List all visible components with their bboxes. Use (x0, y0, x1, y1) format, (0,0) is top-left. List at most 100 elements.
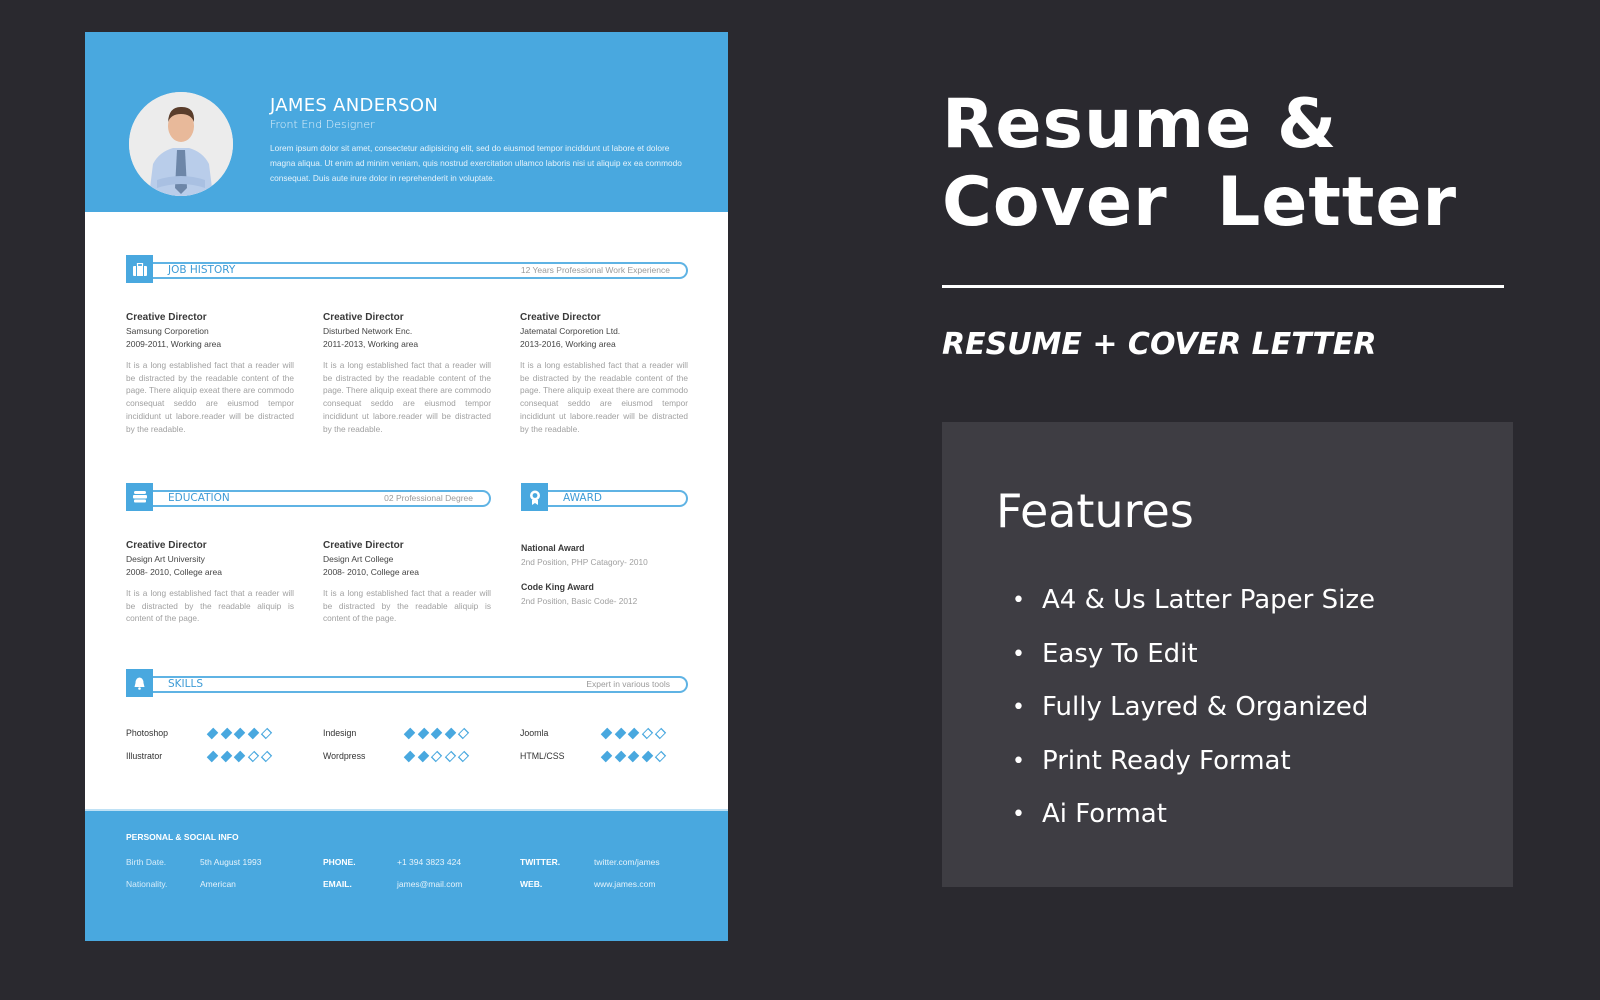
diamond-filled-icon (641, 750, 653, 762)
diamond-filled-icon (220, 750, 232, 762)
job-company: Jatematal Corporetion Ltd. (520, 326, 621, 336)
feature-item: Ai Format (1012, 788, 1375, 842)
job-company: Disturbed Network Enc. (323, 326, 413, 336)
skill-rating (600, 750, 667, 762)
diamond-filled-icon (614, 727, 626, 739)
job-title: Creative Director (323, 312, 404, 323)
skill-rating (206, 727, 273, 739)
job-dates: 2013-2016, Working area (520, 339, 616, 349)
section-title: JOB HISTORY (168, 264, 236, 276)
phone-label: PHONE. (323, 857, 356, 867)
bell-icon (126, 669, 153, 697)
skill-name: Joomla (520, 728, 549, 738)
diamond-filled-icon (444, 727, 456, 739)
skill-rating (600, 727, 667, 739)
email-label: EMAIL. (323, 879, 352, 889)
diamond-filled-icon (220, 727, 232, 739)
resume-preview: JAMES ANDERSON Front End Designer Lorem … (85, 32, 728, 941)
skill-row: Illustrator (126, 749, 273, 763)
job-dates: 2009-2011, Working area (126, 339, 222, 349)
skill-row: HTML/CSS (520, 749, 667, 763)
section-skills: SKILLS Expert in various tools (126, 669, 688, 697)
features-title: Features (996, 484, 1194, 538)
section-title: EDUCATION (168, 492, 230, 504)
diamond-empty-icon (247, 750, 259, 762)
resume-header: JAMES ANDERSON Front End Designer Lorem … (85, 32, 728, 212)
diamond-filled-icon (233, 750, 246, 762)
job-entry: Creative Director Samsung Corporetion 20… (126, 311, 294, 435)
diamond-empty-icon (457, 750, 470, 762)
candidate-intro: Lorem ipsum dolor sit amet, consectetur … (270, 143, 682, 183)
skill-name: Photoshop (126, 728, 169, 738)
book-stack-icon (126, 483, 153, 511)
promo-title: Resume & Cover Letter (942, 86, 1457, 242)
birth-date-value: 5th August 1993 (200, 857, 262, 867)
diamond-filled-icon (417, 727, 429, 739)
promo-title-line-2: Cover Letter (942, 163, 1458, 242)
award-entry: National Award 2nd Position, PHP Catagor… (521, 541, 691, 569)
diamond-filled-icon (614, 750, 626, 762)
features-panel: Features A4 & Us Latter Paper Size Easy … (942, 422, 1513, 887)
job-title: Creative Director (126, 312, 207, 323)
diamond-empty-icon (641, 727, 653, 739)
section-subtitle: 02 Professional Degree (384, 493, 473, 503)
education-dates: 2008- 2010, College area (126, 567, 222, 577)
education-title: Creative Director (323, 540, 404, 551)
section-award: AWARD (521, 483, 688, 511)
education-dates: 2008- 2010, College area (323, 567, 419, 577)
education-entry: Creative Director Design Art University … (126, 539, 294, 625)
skill-row: Photoshop (126, 726, 273, 740)
feature-item: Print Ready Format (1012, 735, 1375, 789)
section-job-history: JOB HISTORY 12 Years Professional Work E… (126, 255, 688, 283)
diamond-filled-icon (247, 727, 259, 739)
award-title: Code King Award (521, 582, 594, 592)
skill-name: Illustrator (126, 751, 163, 761)
skill-rating (403, 727, 470, 739)
diamond-empty-icon (430, 750, 443, 762)
skill-name: HTML/CSS (520, 751, 565, 761)
section-title: AWARD (563, 492, 602, 504)
feature-item: A4 & Us Latter Paper Size (1012, 574, 1375, 628)
job-title: Creative Director (520, 312, 601, 323)
diamond-filled-icon (627, 750, 640, 762)
briefcase-icon (126, 255, 153, 283)
job-entry: Creative Director Jatematal Corporetion … (520, 311, 688, 435)
education-school: Design Art University (126, 554, 205, 564)
candidate-name: JAMES ANDERSON (270, 95, 439, 116)
skill-row: Wordpress (323, 749, 470, 763)
person-photo-icon (129, 92, 233, 196)
medal-icon (521, 483, 548, 511)
section-subtitle: 12 Years Professional Work Experience (520, 265, 670, 275)
nationality-label: Nationality. (126, 879, 168, 889)
avatar (129, 92, 233, 196)
award-title: National Award (521, 543, 585, 553)
diamond-filled-icon (627, 727, 640, 739)
job-description: It is a long established fact that a rea… (323, 360, 491, 434)
footer-title: PERSONAL & SOCIAL INFO (126, 832, 239, 842)
promo-title-line-1: Resume & (942, 85, 1338, 164)
promo-subtitle: RESUME + COVER LETTER (942, 327, 1377, 362)
skill-name: Wordpress (323, 751, 366, 761)
diamond-empty-icon (260, 727, 273, 739)
education-school: Design Art College (323, 554, 394, 564)
diamond-filled-icon (417, 750, 429, 762)
education-entry: Creative Director Design Art College 200… (323, 539, 491, 625)
skill-row: Indesign (323, 726, 470, 740)
job-entry: Creative Director Disturbed Network Enc.… (323, 311, 491, 435)
skill-name: Indesign (323, 728, 357, 738)
section-title: SKILLS (168, 678, 204, 690)
phone-value: +1 394 3823 424 (397, 857, 462, 867)
diamond-filled-icon (233, 727, 246, 739)
features-list: A4 & Us Latter Paper Size Easy To Edit F… (1012, 574, 1375, 842)
diamond-empty-icon (654, 750, 667, 762)
award-entry: Code King Award 2nd Position, Basic Code… (521, 580, 691, 608)
divider (942, 285, 1504, 288)
diamond-filled-icon (430, 727, 443, 739)
section-subtitle: Expert in various tools (586, 679, 670, 689)
birth-date-label: Birth Date. (126, 857, 167, 867)
feature-item: Fully Layred & Organized (1012, 681, 1375, 735)
skill-row: Joomla (520, 726, 667, 740)
email-value: james@mail.com (397, 879, 463, 889)
diamond-empty-icon (444, 750, 456, 762)
diamond-empty-icon (654, 727, 667, 739)
